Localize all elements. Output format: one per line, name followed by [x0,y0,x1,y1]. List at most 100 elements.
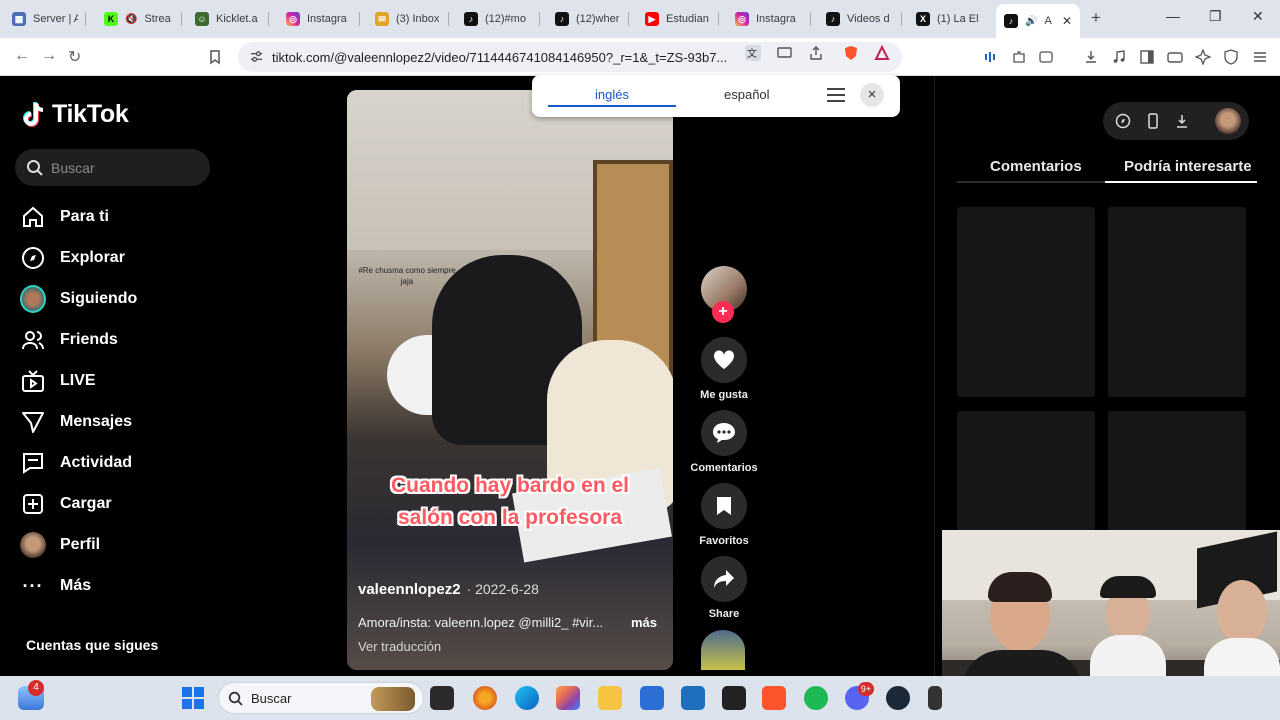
share-page-icon[interactable] [808,45,824,61]
media-icon[interactable] [1111,49,1127,65]
restore-icon[interactable]: ❐ [1209,8,1222,25]
music-disc-icon[interactable] [701,630,745,670]
search-input[interactable]: Buscar [15,149,210,186]
taskbar-search-input[interactable]: Buscar [218,682,424,714]
favorite-button[interactable]: Favoritos [688,483,760,547]
brave-rewards-icon[interactable] [874,45,890,61]
bookmark-page-icon[interactable] [207,49,223,65]
edge-icon[interactable] [515,686,539,710]
url-text: tiktok.com/@valeennlopez2/video/71144467… [272,49,728,65]
nav-item-live[interactable]: LIVE [20,365,96,397]
sidebar-toggle-icon[interactable] [1139,49,1155,65]
brave-shield-icon[interactable] [843,45,859,61]
steam-icon[interactable] [886,686,910,710]
follow-plus-icon[interactable]: + [712,301,734,323]
browser-tab[interactable]: ▦ Server | A [4,4,86,34]
translate-icon[interactable]: 文 [745,45,761,61]
browser-tab[interactable]: ✉ (3) Inbox [367,4,449,34]
nav-item-explorar[interactable]: Explorar [20,242,125,274]
like-button[interactable]: Me gusta [688,337,760,401]
browser-tab[interactable]: ♪ (12)#mo [456,4,540,34]
spotify-icon[interactable] [804,686,828,710]
reload-icon[interactable]: ↻ [68,47,81,67]
download-icon[interactable] [1174,113,1190,129]
browser-tab[interactable]: ♪ Videos d [818,4,902,34]
phone-icon[interactable] [1145,113,1161,129]
source-language-tab[interactable]: inglés [595,87,629,102]
video-author[interactable]: valeennlopez2 · 2022-6-28 [358,581,539,598]
address-bar[interactable]: tiktok.com/@valeennlopez2/video/71144467… [238,42,902,72]
close-tab-icon[interactable]: ✕ [1062,14,1072,28]
back-icon[interactable]: ← [14,47,30,65]
nav-item-friends[interactable]: Friends [20,324,118,356]
app-icon[interactable] [928,686,942,710]
author-name[interactable]: valeennlopez2 [358,581,461,598]
nav-item-siguiendo[interactable]: Siguiendo [20,283,137,315]
creator-avatar[interactable]: + [688,266,760,323]
browser-tab[interactable]: X (1) La El [908,4,992,34]
tiktok-logo[interactable]: TikTok [22,100,129,129]
nav-item-cargar[interactable]: Cargar [20,488,112,520]
target-language-tab[interactable]: español [724,87,770,102]
video-player[interactable]: #Re chusma como siempre jaja Cuando hay … [347,90,673,670]
browser-tab[interactable]: ☺ Kicklet.a [187,4,269,34]
browser-tab-active[interactable]: ♪ 🔊 A ✕ [996,4,1080,38]
heart-icon[interactable] [701,337,747,383]
browser-tab[interactable]: ▶ Estudian [637,4,719,34]
windows-start-icon[interactable] [182,687,204,709]
menu-icon[interactable] [1252,49,1268,65]
comment-icon[interactable] [701,410,747,456]
share-icon[interactable] [701,556,747,602]
copilot-icon[interactable] [556,686,580,710]
minimize-icon[interactable]: — [1166,8,1180,24]
streamer-face [1217,580,1267,644]
suggested-video-thumb[interactable] [957,207,1095,397]
new-tab-button[interactable]: + [1091,8,1101,28]
vpn-shield-icon[interactable] [1223,49,1239,65]
tab-podria-interesarte[interactable]: Podría interesarte [1124,158,1252,175]
wallet-icon[interactable] [1167,49,1183,65]
cast-icon[interactable] [777,45,793,61]
see-translation-link[interactable]: Ver traducción [358,639,441,654]
server-icon: ▦ [12,12,26,26]
tiktok-icon: ♪ [1004,14,1018,28]
more-button[interactable]: más [631,615,657,630]
app-icon[interactable] [473,686,497,710]
browser-tab[interactable]: ◎ Instagra [278,4,360,34]
close-window-icon[interactable]: ✕ [1252,8,1264,25]
search-highlight-icon [371,687,415,711]
forward-icon[interactable]: → [41,47,57,65]
site-settings-icon[interactable] [249,49,264,64]
mail-icon[interactable] [681,686,705,710]
leo-ai-icon[interactable] [1195,49,1211,65]
browser-tab[interactable]: ♪ (12)wher [547,4,629,34]
share-button[interactable]: Share [688,556,760,620]
browser-tab[interactable]: K 🔇 Strea [96,4,182,34]
comment-button[interactable]: Comentarios [688,410,760,474]
nav-item-actividad[interactable]: Actividad [20,447,132,479]
wallet-extension-icon[interactable] [1038,49,1054,65]
file-explorer-icon[interactable] [598,686,622,710]
nav-item-mensajes[interactable]: Mensajes [20,406,132,438]
bookmark-icon[interactable] [701,483,747,529]
options-menu-icon[interactable] [826,86,846,104]
close-translate-button[interactable]: × [860,83,884,107]
task-view-icon[interactable] [430,686,454,710]
audio-wave-icon[interactable] [982,49,998,65]
nav-item-perfil[interactable]: Perfil [20,529,100,561]
sticky-notes-icon[interactable] [722,686,746,710]
nav-item-para-ti[interactable]: Para ti [20,201,109,233]
nav-item-mas[interactable]: ··· Más [20,570,92,602]
profile-avatar-icon[interactable] [1215,108,1241,134]
extensions-icon[interactable] [1011,49,1027,65]
download-icon[interactable] [1083,49,1099,65]
compass-icon[interactable] [1115,113,1131,129]
tab-comentarios[interactable]: Comentarios [990,158,1082,175]
suggested-video-thumb[interactable] [1108,207,1246,397]
brave-icon[interactable] [762,686,786,710]
suggested-video-thumb[interactable] [1108,411,1246,531]
suggested-video-thumb[interactable] [957,411,1095,531]
browser-tab[interactable]: ◎ Instagra [727,4,811,34]
store-icon[interactable] [640,686,664,710]
instagram-icon: ◎ [286,12,300,26]
